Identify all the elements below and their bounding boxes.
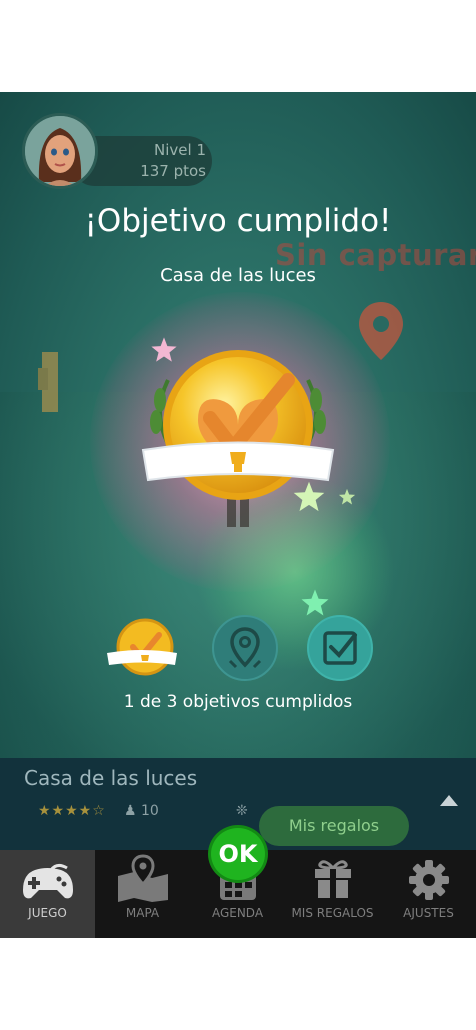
checked-box-icon	[323, 631, 357, 665]
screen: Sin capturar Nivel 1 137 ptos ¡Objetivo …	[0, 0, 476, 1030]
level-label: Nivel 1	[154, 141, 206, 159]
avatar-face-icon	[25, 116, 95, 186]
checkbox-icon	[307, 615, 373, 681]
gear-icon	[408, 860, 449, 900]
building-silhouette	[38, 352, 58, 412]
location-pin-icon	[212, 615, 278, 681]
location-name: Casa de las luces	[24, 766, 198, 790]
nav-label: AGENDA	[211, 906, 264, 920]
sparkle-star-icon	[293, 481, 325, 512]
sparkle-star-icon	[338, 488, 356, 505]
avatar[interactable]	[22, 113, 98, 189]
sparkle-star-icon	[151, 337, 177, 362]
nav-tab-mapa[interactable]: MAPA	[95, 850, 190, 938]
gamepad-icon	[22, 863, 73, 899]
gifts-tooltip: Mis regalos	[259, 806, 409, 846]
sparkle-star-icon	[301, 589, 329, 616]
place-subtitle: Casa de las luces	[160, 265, 316, 286]
nav-tab-ajustes[interactable]: AJUSTES	[381, 850, 476, 938]
nav-tab-juego[interactable]: JUEGO	[0, 850, 95, 938]
nav-label: AJUSTES	[403, 906, 454, 920]
gold-medal-icon	[107, 618, 177, 676]
footsteps-icon: ❊	[236, 803, 248, 819]
gift-icon	[314, 860, 351, 898]
nav-label: MIS REGALOS	[291, 906, 374, 920]
players-count-value: 10	[141, 803, 159, 819]
ok-button[interactable]: OK	[208, 825, 268, 883]
objectives-progress-text: 1 de 3 objetivos cumplidos	[123, 692, 353, 712]
page-title: ¡Objetivo cumplido!	[84, 203, 392, 239]
map-icon	[117, 854, 168, 902]
map-pin-icon	[359, 302, 403, 360]
points-label: 137 ptos	[140, 162, 206, 180]
nav-tab-mis-regalos[interactable]: MIS REGALOS	[285, 850, 380, 938]
nav-label: JUEGO	[28, 906, 67, 920]
map-pin-outline-icon	[228, 627, 262, 669]
collapse-arrow-icon[interactable]	[440, 795, 458, 806]
location-rating: ★★★★☆	[38, 803, 106, 819]
person-icon: ♟	[124, 803, 137, 819]
nav-label: MAPA	[125, 906, 160, 920]
level-info: Nivel 1 137 ptos	[130, 140, 206, 182]
players-count: ♟ 10	[124, 803, 159, 819]
